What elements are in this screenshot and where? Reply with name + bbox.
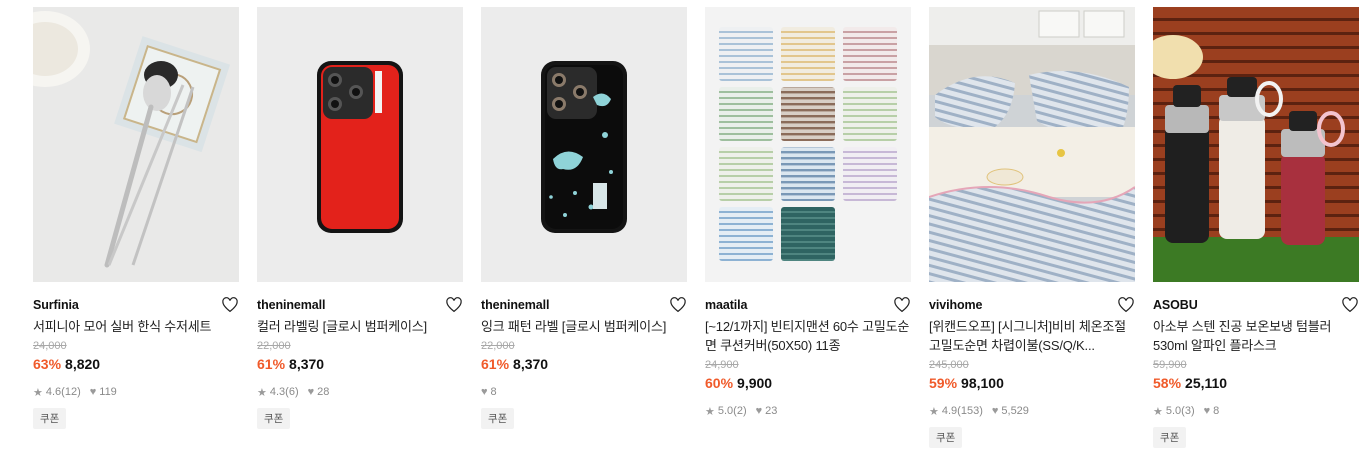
heart-icon[interactable] (221, 296, 239, 314)
star-icon: ★ (1153, 405, 1163, 418)
heart-filled-icon: ♥ (755, 405, 763, 417)
product-card[interactable]: maatila [~12/1까지] 빈티지맨션 60수 고밀도순면 쿠션커버(5… (705, 7, 911, 418)
heart-icon[interactable] (445, 296, 463, 314)
price-row: 58% 25,110 (1153, 375, 1359, 395)
product-card[interactable]: theninemall 컬러 라벨링 [글로시 범퍼케이스] 22,000 61… (257, 7, 463, 429)
brand-name[interactable]: Surfinia (33, 298, 79, 312)
sale-price: 8,820 (65, 356, 101, 372)
sale-price: 25,110 (1185, 375, 1228, 391)
review-count: (153) (957, 405, 983, 417)
heart-filled-icon: ♥ (89, 386, 97, 398)
original-price: 22,000 (481, 340, 515, 352)
silver-spoon-chopsticks-photo (33, 7, 239, 282)
heart-icon[interactable] (669, 296, 687, 314)
product-grid: Surfinia 서피니아 모어 실버 한식 수저세트 24,000 63% 8,… (0, 0, 1365, 450)
original-price: 245,000 (929, 359, 969, 371)
review-count: (3) (1181, 405, 1195, 417)
price-row: 63% 8,820 (33, 356, 239, 376)
review-count: (12) (61, 386, 81, 398)
star-icon: ★ (705, 405, 715, 418)
brand-name[interactable]: ASOBU (1153, 298, 1198, 312)
product-card[interactable]: theninemall 잉크 패턴 라벨 [글로시 범퍼케이스] 22,000 … (481, 7, 687, 429)
sale-price: 9,900 (737, 375, 773, 391)
price-row: 59% 98,100 (929, 375, 1135, 395)
rating-value: 5.0 (717, 405, 734, 417)
red-phone-case-photo (257, 7, 463, 282)
striped-cushion-covers-photo (705, 7, 911, 282)
heart-icon[interactable] (1341, 296, 1359, 314)
rating-row: ★ 4.3 (6) ♥ 28 (257, 385, 463, 399)
coupon-badge: 쿠폰 (481, 408, 515, 429)
price-row: 60% 9,900 (705, 375, 911, 395)
original-price: 24,000 (33, 340, 67, 352)
review-count: (2) (733, 405, 747, 417)
rating-value: 4.9 (941, 405, 958, 417)
brand-name[interactable]: vivihome (929, 298, 982, 312)
like-count: 5,529 (1001, 405, 1029, 417)
sale-price: 8,370 (513, 356, 549, 372)
tumblers-on-wooden-table-photo (1153, 7, 1359, 282)
original-price: 24,900 (705, 359, 739, 371)
rating-row: ★ 5.0 (2) ♥ 23 (705, 404, 911, 418)
product-image[interactable] (929, 7, 1135, 282)
star-icon: ★ (257, 386, 267, 399)
rating-row: ★ 5.0 (3) ♥ 8 (1153, 404, 1359, 418)
original-price: 22,000 (257, 340, 291, 352)
heart-filled-icon: ♥ (307, 386, 315, 398)
heart-filled-icon: ♥ (481, 386, 488, 398)
product-title[interactable]: 아소부 스텐 진공 보온보냉 텀블러 530ml 알파인 플라스크 (1153, 317, 1359, 355)
star-icon: ★ (33, 386, 43, 399)
rating-row: ★ 4.6 (12) ♥ 119 (33, 385, 239, 399)
coupon-badge: 쿠폰 (33, 408, 67, 429)
like-count: 8 (1213, 405, 1220, 417)
discount-rate: 61% (481, 356, 510, 372)
product-image[interactable] (705, 7, 911, 282)
product-title[interactable]: 컬러 라벨링 [글로시 범퍼케이스] (257, 317, 463, 336)
heart-filled-icon: ♥ (991, 405, 999, 417)
product-card[interactable]: Surfinia 서피니아 모어 실버 한식 수저세트 24,000 63% 8,… (33, 7, 239, 429)
product-title[interactable]: 서피니아 모어 실버 한식 수저세트 (33, 317, 239, 336)
coupon-badge: 쿠폰 (929, 427, 963, 448)
brand-name[interactable]: theninemall (257, 298, 325, 312)
like-count: 119 (99, 386, 117, 398)
rating-row: ★ 4.9 (153) ♥ 5,529 (929, 404, 1135, 418)
heart-icon[interactable] (893, 296, 911, 314)
sale-price: 8,370 (289, 356, 325, 372)
original-price: 59,900 (1153, 359, 1187, 371)
striped-bedding-photo (929, 7, 1135, 282)
like-count: 28 (317, 386, 330, 398)
heart-icon[interactable] (1117, 296, 1135, 314)
discount-rate: 58% (1153, 375, 1182, 391)
discount-rate: 59% (929, 375, 958, 391)
rating-row: ♥ 8 (481, 385, 687, 399)
product-image[interactable] (33, 7, 239, 282)
like-count: 23 (765, 405, 778, 417)
ink-splatter-phone-case-photo (481, 7, 687, 282)
product-card[interactable]: vivihome [위캔드오프] [시그니처]비비 체온조절 고밀도순면 차렵이… (929, 7, 1135, 448)
product-image[interactable] (257, 7, 463, 282)
coupon-badge: 쿠폰 (1153, 427, 1187, 448)
product-title[interactable]: [~12/1까지] 빈티지맨션 60수 고밀도순면 쿠션커버(50X50) 11… (705, 317, 911, 355)
product-title[interactable]: 잉크 패턴 라벨 [글로시 범퍼케이스] (481, 317, 687, 336)
product-image[interactable] (1153, 7, 1359, 282)
brand-name[interactable]: maatila (705, 298, 747, 312)
rating-value: 4.3 (269, 386, 286, 398)
price-row: 61% 8,370 (481, 356, 687, 376)
rating-value: 4.6 (45, 386, 62, 398)
product-card[interactable]: ASOBU 아소부 스텐 진공 보온보냉 텀블러 530ml 알파인 플라스크 … (1153, 7, 1359, 448)
like-count: 8 (490, 386, 497, 398)
product-title[interactable]: [위캔드오프] [시그니처]비비 체온조절 고밀도순면 차렵이불(SS/Q/K.… (929, 317, 1135, 355)
discount-rate: 61% (257, 356, 286, 372)
sale-price: 98,100 (961, 375, 1004, 391)
discount-rate: 63% (33, 356, 62, 372)
star-icon: ★ (929, 405, 939, 418)
brand-name[interactable]: theninemall (481, 298, 549, 312)
rating-value: 5.0 (1165, 405, 1182, 417)
coupon-badge: 쿠폰 (257, 408, 291, 429)
product-image[interactable] (481, 7, 687, 282)
discount-rate: 60% (705, 375, 734, 391)
price-row: 61% 8,370 (257, 356, 463, 376)
heart-filled-icon: ♥ (1203, 405, 1211, 417)
review-count: (6) (285, 386, 299, 398)
